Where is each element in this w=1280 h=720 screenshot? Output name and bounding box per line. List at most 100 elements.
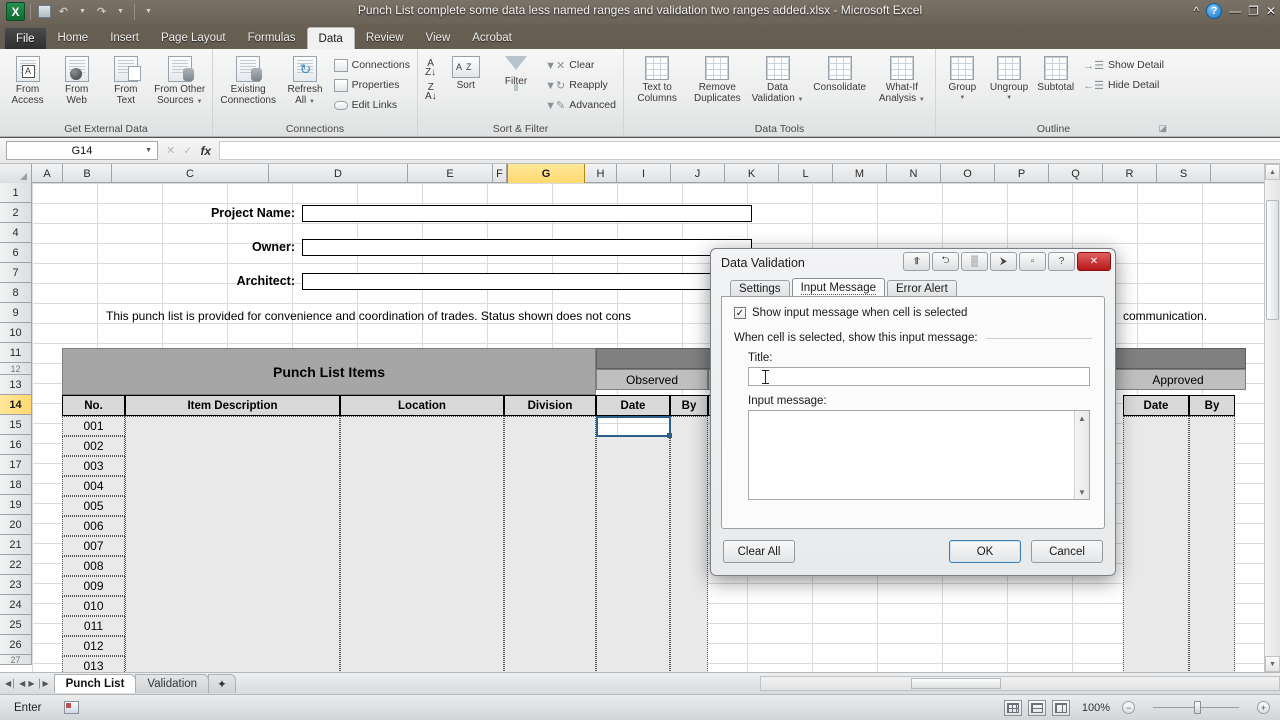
row-header-19[interactable]: 19 (0, 495, 31, 515)
tab-home[interactable]: Home (47, 27, 100, 49)
observed-date-column[interactable] (596, 436, 670, 672)
from-text-button[interactable]: From Text (101, 54, 150, 108)
item-number-011[interactable]: 011 (62, 616, 125, 636)
item-number-006[interactable]: 006 (62, 516, 125, 536)
column-header-F[interactable]: F (493, 164, 507, 183)
group-button[interactable]: Group ▼ (939, 54, 986, 106)
edit-links-button[interactable]: Edit Links (330, 95, 414, 115)
from-web-button[interactable]: From Web (52, 54, 101, 108)
dialog-tab-error-alert[interactable]: Error Alert (887, 280, 957, 297)
item-number-001[interactable]: 001 (62, 416, 125, 436)
show-detail-button[interactable]: →☰ Show Detail (1079, 55, 1168, 75)
column-header-Q[interactable]: Q (1049, 164, 1103, 183)
zoom-level-label[interactable]: 100% (1082, 702, 1110, 714)
pin-tool-icon[interactable]: ⮌ (932, 252, 959, 271)
nav-next-sheet-icon[interactable]: ▶ (28, 679, 34, 688)
ungroup-dropdown-icon[interactable]: ▼ (1006, 93, 1012, 104)
item-number-002[interactable]: 002 (62, 436, 125, 456)
outline-dialog-launcher[interactable]: ◪ (1158, 123, 1167, 134)
tab-view[interactable]: View (415, 27, 462, 49)
record-macro-icon[interactable] (63, 701, 79, 714)
item-number-007[interactable]: 007 (62, 536, 125, 556)
group-dropdown-icon[interactable]: ▼ (959, 93, 965, 104)
scroll-down-button[interactable]: ▼ (1265, 656, 1280, 672)
remove-duplicates-button[interactable]: Remove Duplicates (687, 54, 747, 106)
from-access-button[interactable]: A From Access (3, 54, 52, 108)
item-number-009[interactable]: 009 (62, 576, 125, 596)
tab-formulas[interactable]: Formulas (237, 27, 307, 49)
nav-last-sheet-icon[interactable]: │▶ (37, 679, 48, 688)
filter-button[interactable]: Filter (491, 54, 541, 91)
field-architect[interactable] (302, 273, 752, 290)
text-to-columns-button[interactable]: Text to Columns (627, 54, 687, 106)
column-header-O[interactable]: O (941, 164, 995, 183)
approved-date-column[interactable] (1123, 416, 1189, 672)
tab-acrobat[interactable]: Acrobat (461, 27, 523, 49)
row-header-7[interactable]: 7 (0, 263, 31, 283)
vertical-scrollbar[interactable]: ▲ ▼ (1264, 164, 1280, 672)
row-header-18[interactable]: 18 (0, 475, 31, 495)
item-number-004[interactable]: 004 (62, 476, 125, 496)
column-header-G[interactable]: G (507, 164, 585, 183)
tab-insert[interactable]: Insert (99, 27, 150, 49)
column-header-D[interactable]: D (269, 164, 408, 183)
connections-button[interactable]: Connections (330, 55, 414, 75)
zoom-in-button[interactable]: + (1257, 701, 1270, 714)
callout-tool-icon[interactable]: ⮞ (990, 252, 1017, 271)
restore-window-icon[interactable]: ❐ (1248, 4, 1259, 18)
zoom-slider-knob[interactable] (1193, 701, 1201, 714)
vertical-scroll-thumb[interactable] (1266, 200, 1279, 320)
show-input-message-checkbox[interactable]: ✓ (734, 307, 746, 319)
sort-button[interactable]: AZ Sort (441, 54, 491, 93)
minimize-ribbon-icon[interactable]: ^ (1194, 4, 1200, 18)
row-header-12[interactable]: 12 (0, 363, 31, 375)
item-description-column[interactable] (125, 416, 340, 672)
row-header-27[interactable]: 27 (0, 655, 31, 665)
row-header-20[interactable]: 20 (0, 515, 31, 535)
subtotal-button[interactable]: Subtotal (1032, 54, 1079, 95)
row-header-21[interactable]: 21 (0, 535, 31, 555)
column-header-B[interactable]: B (63, 164, 112, 183)
help-icon[interactable]: ? (1206, 3, 1223, 19)
column-header-J[interactable]: J (671, 164, 725, 183)
column-header-L[interactable]: L (779, 164, 833, 183)
row-header-9[interactable]: 9 (0, 303, 31, 323)
row-header-8[interactable]: 8 (0, 283, 31, 303)
row-header-25[interactable]: 25 (0, 615, 31, 635)
column-header-M[interactable]: M (833, 164, 887, 183)
division-column[interactable] (504, 416, 596, 672)
nav-prev-sheet-icon[interactable]: ◀ (19, 679, 25, 688)
row-header-4[interactable]: 4 (0, 223, 31, 243)
item-number-005[interactable]: 005 (62, 496, 125, 516)
column-header-S[interactable]: S (1157, 164, 1211, 183)
sheet-tab-validation[interactable]: Validation (135, 674, 210, 693)
existing-connections-button[interactable]: Existing Connections (216, 54, 280, 108)
column-header-A[interactable]: A (32, 164, 63, 183)
sort-descending-button[interactable]: Z A↓ (421, 82, 441, 102)
location-column[interactable] (340, 416, 504, 672)
page-layout-view-button[interactable] (1027, 699, 1046, 716)
select-all-corner[interactable] (0, 164, 32, 183)
ungroup-button[interactable]: Ungroup ▼ (986, 54, 1033, 106)
item-number-010[interactable]: 010 (62, 596, 125, 616)
cancel-button[interactable]: Cancel (1031, 540, 1103, 563)
insert-function-icon[interactable]: fx (200, 144, 211, 158)
input-message-scrollbar[interactable]: ▲ ▼ (1074, 411, 1089, 499)
scroll-up-button[interactable]: ▲ (1265, 164, 1280, 180)
zoom-out-button[interactable]: − (1122, 701, 1135, 714)
cancel-icon[interactable]: ✕ (166, 144, 175, 157)
name-box[interactable]: G14 ▼ (6, 141, 158, 160)
close-dialog-icon[interactable]: ✕ (1077, 252, 1111, 271)
help-tool-icon[interactable]: ? (1048, 252, 1075, 271)
from-other-sources-dropdown-icon[interactable]: ▼ (196, 99, 202, 105)
insert-worksheet-icon[interactable]: ✦ (208, 674, 236, 693)
field-owner[interactable] (302, 239, 752, 256)
column-header-P[interactable]: P (995, 164, 1049, 183)
tab-review[interactable]: Review (355, 27, 415, 49)
from-other-sources-button[interactable]: From Other Sources ▼ (150, 54, 209, 110)
clear-all-button[interactable]: Clear All (723, 540, 795, 563)
row-header-2[interactable]: 2 (0, 203, 31, 223)
row-header-14[interactable]: 14 (0, 395, 31, 415)
observed-by-column[interactable] (670, 416, 708, 672)
hide-detail-button[interactable]: ←☰ Hide Detail (1079, 75, 1168, 95)
